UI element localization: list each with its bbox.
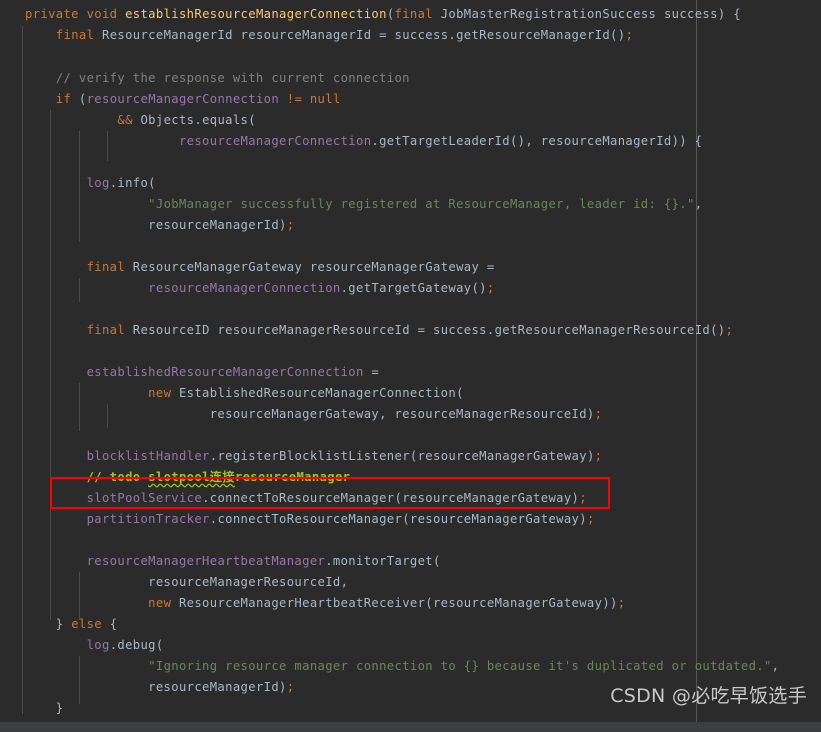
code-line[interactable]: final ResourceManagerId resourceManagerI… (25, 25, 633, 46)
code-line[interactable]: resourceManagerConnection.getTargetLeade… (25, 131, 702, 152)
code-line[interactable]: resourceManagerResourceId, (25, 572, 348, 593)
code-line-todo[interactable]: // todo slotpool连接resourceManager (25, 467, 350, 488)
code-line[interactable]: resourceManagerId); (25, 677, 294, 698)
code-line[interactable]: slotPoolService.connectToResourceManager… (25, 488, 587, 509)
code-line[interactable]: resourceManagerHeartbeatManager.monitorT… (25, 551, 441, 572)
code-line[interactable]: establishedResourceManagerConnection = (25, 362, 379, 383)
code-line[interactable]: resourceManagerConnection.getTargetGatew… (25, 278, 495, 299)
code-line[interactable]: "JobManager successfully registered at R… (25, 194, 702, 215)
csdn-watermark: CSDN @必吃早饭选手 (610, 685, 807, 707)
code-line[interactable]: if (resourceManagerConnection != null (25, 89, 341, 110)
code-line[interactable]: new EstablishedResourceManagerConnection… (25, 383, 464, 404)
code-line[interactable]: "Ignoring resource manager connection to… (25, 656, 779, 677)
code-line[interactable]: blocklistHandler.registerBlocklistListen… (25, 446, 602, 467)
code-line[interactable]: partitionTracker.connectToResourceManage… (25, 509, 595, 530)
code-line[interactable]: resourceManagerGateway, resourceManagerR… (25, 404, 602, 425)
horizontal-scrollbar-track[interactable] (0, 722, 821, 732)
code-line[interactable]: private void establishResourceManagerCon… (25, 4, 741, 25)
code-line[interactable]: new ResourceManagerHeartbeatReceiver(res… (25, 593, 625, 614)
code-line[interactable]: } (25, 698, 64, 719)
code-editor[interactable]: private void establishResourceManagerCon… (0, 0, 821, 732)
code-line[interactable]: log.info( (25, 173, 156, 194)
code-line[interactable]: log.debug( (25, 635, 164, 656)
code-line[interactable]: && Objects.equals( (25, 110, 256, 131)
code-line[interactable]: final ResourceID resourceManagerResource… (25, 320, 733, 341)
code-line[interactable]: final ResourceManagerGateway resourceMan… (25, 257, 495, 278)
code-line[interactable]: resourceManagerId); (25, 215, 294, 236)
code-line[interactable]: } else { (25, 614, 117, 635)
code-line[interactable]: // verify the response with current conn… (25, 68, 410, 89)
code-text-area[interactable]: private void establishResourceManagerCon… (0, 0, 821, 732)
